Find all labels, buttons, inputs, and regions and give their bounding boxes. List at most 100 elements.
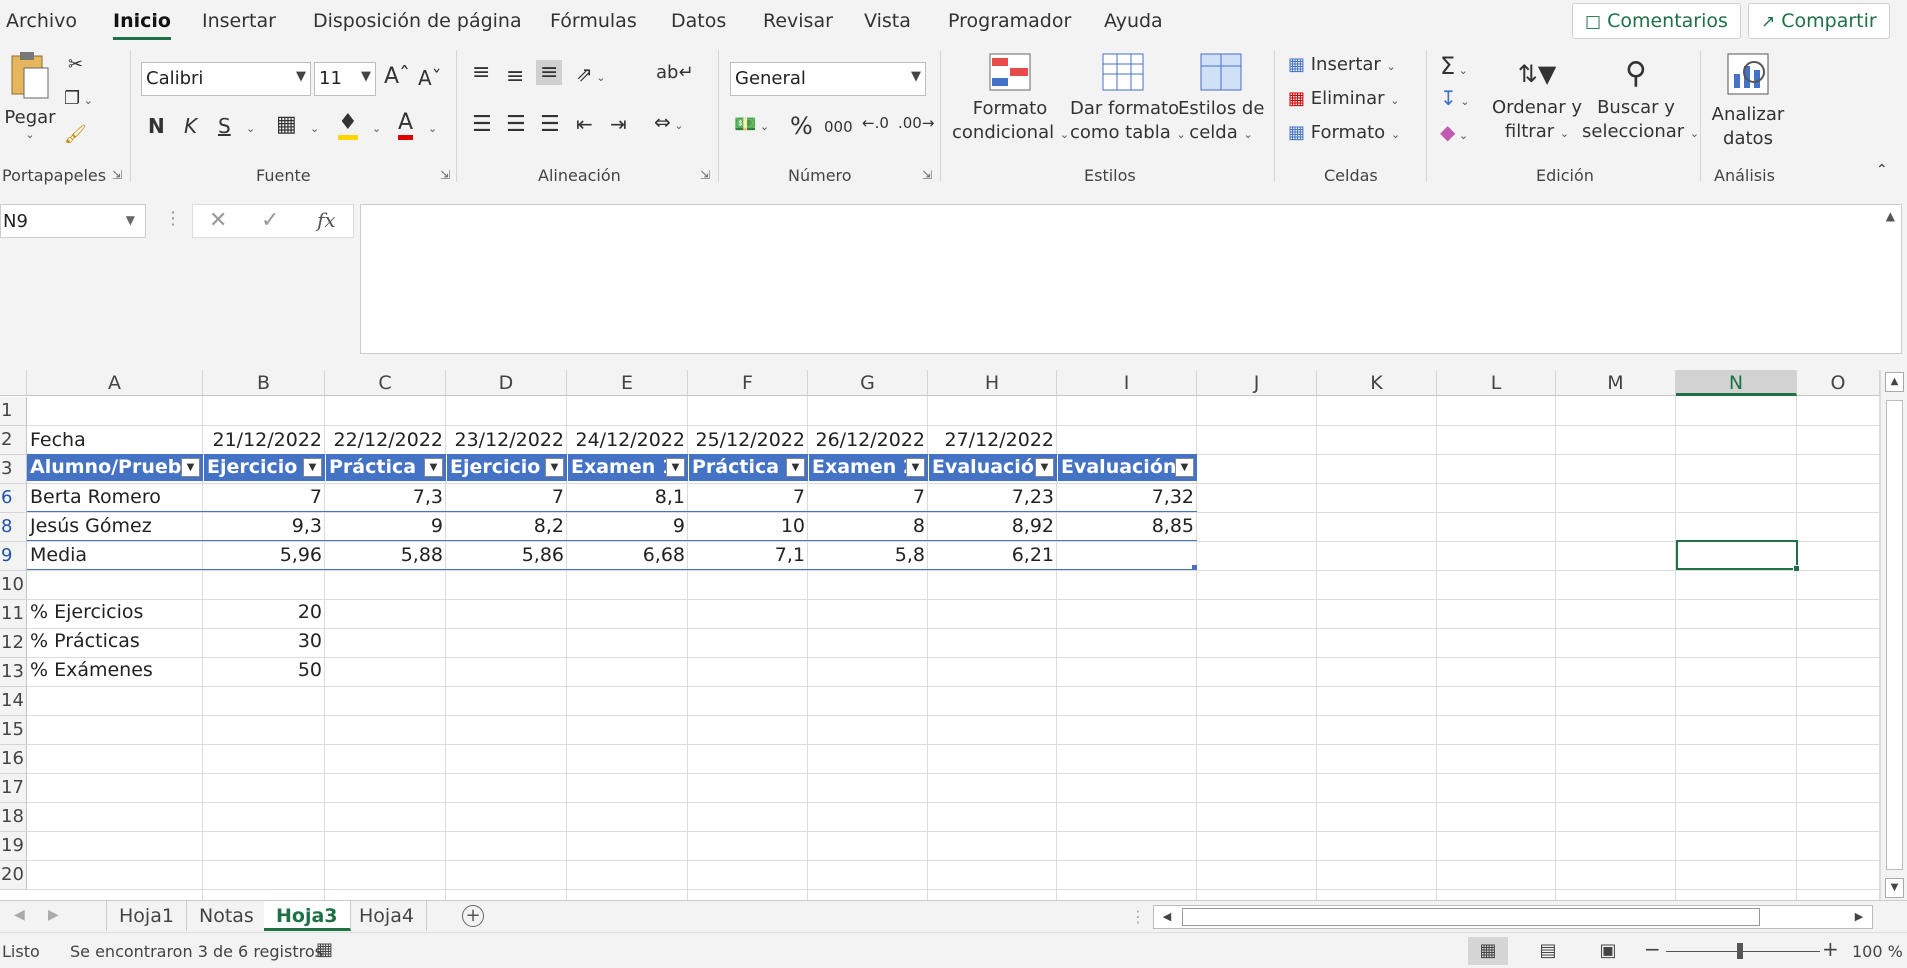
increase-font-icon[interactable]: Aˆ [384, 64, 410, 89]
horizontal-scrollbar[interactable]: ◀ ▶ [1153, 905, 1873, 929]
zoom-out-icon[interactable]: − [1644, 937, 1661, 961]
delete-cells-button[interactable]: ▦ Eliminar ⌄ [1288, 88, 1399, 109]
vertical-scrollbar[interactable]: ▲ ▼ [1880, 370, 1907, 900]
zoom-slider[interactable] [1666, 951, 1820, 952]
tab-datos[interactable]: Datos [671, 10, 726, 32]
sheet-tab-hoja3[interactable]: Hoja3 [264, 901, 351, 931]
row-header-17[interactable]: 17 [0, 774, 27, 803]
filter-dropdown-icon[interactable]: ▼ [666, 458, 685, 477]
row-header-11[interactable]: 11 [0, 600, 27, 629]
scroll-left-icon[interactable]: ◀ [1156, 907, 1178, 927]
fill-color-icon[interactable]: ♦ [338, 110, 358, 140]
cell-E9[interactable]: 6,68 [567, 541, 688, 569]
clipboard-launcher-icon[interactable]: ⇲ [112, 168, 122, 182]
tab-inicio[interactable]: Inicio [113, 10, 171, 40]
insert-cells-button[interactable]: ▦ Insertar ⌄ [1288, 54, 1396, 75]
cell-E2[interactable]: 24/12/2022 [567, 426, 688, 454]
cell-B2[interactable]: 21/12/2022 [203, 426, 325, 454]
tabs-splitter-icon[interactable]: ⋮ [1130, 907, 1146, 926]
tab-insertar[interactable]: Insertar [202, 10, 276, 32]
row-header-3[interactable]: 3 [0, 455, 27, 484]
cell-D8[interactable]: 8,2 [446, 512, 567, 540]
align-bottom-icon[interactable]: ≡ [536, 60, 563, 85]
tab-programador[interactable]: Programador [948, 10, 1071, 32]
cut-icon[interactable]: ✂ [68, 54, 83, 75]
filter-dropdown-icon[interactable]: ▼ [786, 458, 805, 477]
table-header-ejercicio2[interactable]: Ejercicio 2 ▼ [447, 454, 567, 481]
analyze-data-button[interactable]: Analizar datos [1710, 52, 1786, 164]
scroll-up-icon[interactable]: ▲ [1885, 372, 1904, 392]
cell-I9[interactable] [1057, 541, 1197, 569]
sheet-tab-hoja4[interactable]: Hoja4 [347, 901, 427, 931]
cell-G8[interactable]: 8 [808, 512, 928, 540]
add-sheet-button[interactable]: + [462, 905, 484, 927]
row-header-18[interactable]: 18 [0, 803, 27, 832]
filter-dropdown-icon[interactable]: ▼ [181, 458, 200, 477]
table-header-ejercicio1[interactable]: Ejercicio 1 ▼ [204, 454, 325, 481]
cell-G9[interactable]: 5,8 [808, 541, 928, 569]
spreadsheet-grid[interactable]: ABCDEFGHIJKLMNO 1 2 3 6 8 9 10 11 12 13 14 15 16 17 18… [0, 370, 1880, 900]
hscroll-thumb[interactable] [1182, 908, 1760, 926]
cell-H9[interactable]: 6,21 [928, 541, 1057, 569]
bold-button[interactable]: N [148, 114, 165, 138]
tab-formulas[interactable]: Fórmulas [550, 10, 637, 32]
font-size-select[interactable]: 11 ▼ [314, 62, 376, 96]
align-left-icon[interactable]: ☰ [472, 112, 492, 137]
align-center-icon[interactable]: ☰ [506, 112, 526, 137]
cell-E8[interactable]: 9 [567, 512, 688, 540]
column-header-o[interactable]: O [1797, 370, 1880, 396]
cell-styles-button[interactable]: Estilos de celda ⌄ [1178, 52, 1264, 164]
selected-cell[interactable] [1676, 540, 1798, 570]
row-header-9[interactable]: 9 [0, 542, 27, 571]
tab-vista[interactable]: Vista [864, 10, 911, 32]
column-header-i[interactable]: I [1057, 370, 1197, 396]
cell-C2[interactable]: 22/12/2022 [325, 426, 446, 454]
format-cells-button[interactable]: ▦ Formato ⌄ [1288, 122, 1400, 143]
column-header-f[interactable]: F [688, 370, 808, 396]
cell-D2[interactable]: 23/12/2022 [446, 426, 567, 454]
decrease-indent-icon[interactable]: ⇤ [576, 112, 593, 136]
borders-icon[interactable]: ▦ [276, 112, 297, 137]
fill-handle[interactable] [1793, 565, 1800, 572]
underline-button[interactable]: S [218, 114, 231, 138]
filter-dropdown-icon[interactable]: ▼ [424, 458, 443, 477]
cell-B8[interactable]: 9,3 [203, 512, 325, 540]
cell-A8[interactable]: Jesús Gómez [27, 512, 203, 540]
page-break-preview-icon[interactable]: ▣ [1588, 937, 1628, 965]
sort-filter-button[interactable]: ⇅▼ Ordenar y filtrar ⌄ [1490, 52, 1584, 164]
italic-button[interactable]: K [184, 114, 197, 138]
chevron-down-icon[interactable]: ⌄ [310, 122, 319, 135]
row-header-13[interactable]: 13 [0, 658, 27, 687]
decrease-decimal-icon[interactable]: .00→ [898, 114, 934, 132]
name-box[interactable]: N9 ▼ [0, 204, 146, 238]
accessibility-icon[interactable]: ▦ [316, 939, 333, 960]
collapse-ribbon-icon[interactable]: ⌃ [1876, 162, 1888, 178]
cell-F2[interactable]: 25/12/2022 [688, 426, 808, 454]
cell-C9[interactable]: 5,88 [325, 541, 446, 569]
filter-dropdown-icon[interactable]: ▼ [906, 458, 925, 477]
row-header-15[interactable]: 15 [0, 716, 27, 745]
cell-B9[interactable]: 5,96 [203, 541, 325, 569]
orientation-icon[interactable]: ⇗ ⌄ [576, 62, 605, 86]
cell-B12[interactable]: 30 [203, 627, 325, 655]
cell-A12[interactable]: % Prácticas [27, 627, 203, 655]
table-header-alumno[interactable]: Alumno/Prueba ▼ [27, 454, 203, 481]
column-header-k[interactable]: K [1317, 370, 1437, 396]
format-as-table-button[interactable]: Dar formato como tabla ⌄ [1070, 52, 1186, 164]
filter-dropdown-icon[interactable]: ▼ [1175, 458, 1194, 477]
tab-archivo[interactable]: Archivo [6, 10, 77, 32]
conditional-format-button[interactable]: Formato condicional ⌄ [952, 52, 1069, 164]
row-header-1[interactable]: 1 [0, 397, 27, 426]
chevron-down-icon[interactable]: ⌄ [372, 122, 381, 135]
cell-B6[interactable]: 7 [203, 483, 325, 511]
cell-A13[interactable]: % Exámenes [27, 656, 203, 684]
column-header-j[interactable]: J [1197, 370, 1317, 396]
row-header-6[interactable]: 6 [0, 484, 27, 513]
tab-disposicion-pagina[interactable]: Disposición de página [313, 10, 522, 32]
cell-C6[interactable]: 7,3 [325, 483, 446, 511]
decrease-font-icon[interactable]: Aˇ [418, 66, 442, 90]
copy-icon[interactable]: ❐ ⌄ [64, 88, 93, 109]
comma-style-icon[interactable]: 000 [824, 118, 853, 136]
paste-button[interactable]: Pegar ⌄ [4, 50, 56, 150]
cell-D9[interactable]: 5,86 [446, 541, 567, 569]
